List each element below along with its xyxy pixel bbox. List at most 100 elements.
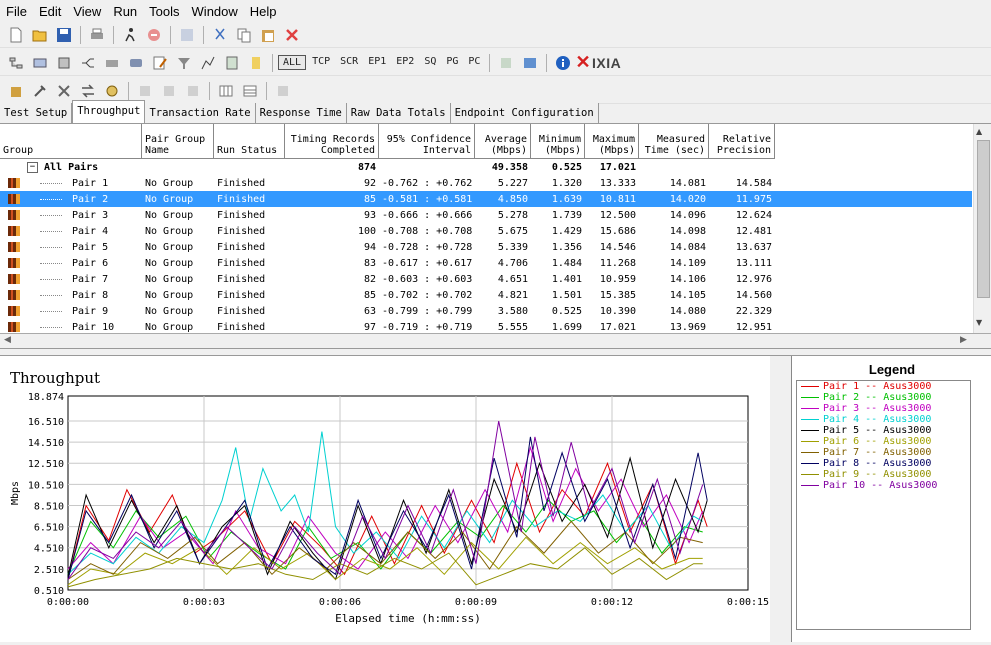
menu-file[interactable]: File (0, 4, 33, 19)
summary-row[interactable]: − All Pairs 874 49.358 0.525 17.021 (0, 159, 639, 175)
scroll-thumb[interactable] (977, 140, 990, 298)
info-icon[interactable] (246, 53, 266, 73)
legend-item[interactable]: Pair 7 -- Asus3000 (797, 447, 970, 458)
protocol-tcp-button[interactable]: TCP (308, 55, 334, 70)
legend-item[interactable]: Pair 9 -- Asus3000 (797, 469, 970, 480)
swap-icon[interactable] (78, 81, 98, 101)
toolbar-protocols: ALL TCP SCR EP1 EP2 SQ PG PC ✕ IXIA (0, 50, 991, 76)
help-icon[interactable] (553, 53, 573, 73)
paste-icon[interactable] (258, 25, 278, 45)
table-row[interactable]: Pair 2 No Group Finished 85 -0.581 : +0.581 4… (0, 191, 972, 207)
legend-item[interactable]: Pair 4 -- Asus3000 (797, 414, 970, 425)
legend-item[interactable]: Pair 8 -- Asus3000 (797, 458, 970, 469)
vertical-scrollbar[interactable]: ▲ ▼ (973, 124, 991, 333)
endpoint-icon[interactable] (102, 53, 122, 73)
menu-window[interactable]: Window (186, 4, 244, 19)
column-header[interactable]: Run Status (214, 124, 285, 158)
tab-transaction-rate[interactable]: Transaction Rate (145, 103, 256, 123)
column-header[interactable]: Group (0, 124, 142, 158)
column-header[interactable]: Pair Group Name (142, 124, 214, 158)
protocol-pc-button[interactable]: PC (464, 55, 484, 70)
menu-tools[interactable]: Tools (143, 4, 185, 19)
tab-test-setup[interactable]: Test Setup (0, 103, 73, 123)
collapse-icon[interactable]: − (27, 161, 38, 173)
cut-icon[interactable] (210, 25, 230, 45)
tab-endpoint-configuration[interactable]: Endpoint Configuration (450, 103, 599, 123)
table-row[interactable]: Pair 10 No Group Finished 97 -0.719 : +0.719… (0, 319, 775, 333)
export-icon[interactable] (520, 53, 540, 73)
save-icon[interactable] (54, 25, 74, 45)
tools-icon[interactable] (30, 81, 50, 101)
network-tools-icon[interactable] (54, 81, 74, 101)
network-icon[interactable] (126, 53, 146, 73)
chart-icon[interactable] (198, 53, 218, 73)
column-header[interactable]: 95% Confidence Interval (379, 124, 475, 158)
tab-response-time[interactable]: Response Time (255, 103, 347, 123)
report-icon[interactable] (222, 53, 242, 73)
column-header[interactable]: Measured Time (sec) (639, 124, 709, 158)
protocol-ep1-button[interactable]: EP1 (364, 55, 390, 70)
menu-view[interactable]: View (67, 4, 107, 19)
settings-icon[interactable] (102, 81, 122, 101)
table-cell: No Group (145, 289, 194, 301)
columns-icon[interactable] (216, 81, 236, 101)
tab-throughput[interactable]: Throughput (72, 100, 146, 123)
protocol-pg-button[interactable]: PG (442, 55, 462, 70)
tab-raw-data-totals[interactable]: Raw Data Totals (346, 103, 451, 123)
scroll-up-icon[interactable]: ▲ (976, 127, 982, 136)
legend-item[interactable]: Pair 1 -- Asus3000 (797, 381, 970, 392)
legend-item[interactable]: Pair 3 -- Asus3000 (797, 403, 970, 414)
legend-label: Pair 4 -- Asus3000 (823, 414, 932, 425)
column-header[interactable]: Relative Precision (709, 124, 775, 158)
table-row[interactable]: Pair 9 No Group Finished 63 -0.799 : +0.799 3… (0, 303, 775, 319)
table-row[interactable]: Pair 4 No Group Finished 100 -0.708 : +0.708… (0, 223, 775, 239)
scroll-right-icon[interactable]: ▶ (960, 335, 967, 345)
protocol-sq-button[interactable]: SQ (420, 55, 440, 70)
table-cell: 100 (357, 225, 376, 237)
table-cell: No Group (145, 193, 194, 205)
table-row[interactable]: Pair 1 No Group Finished 92 -0.762 : +0.762 5… (0, 175, 775, 191)
table-row[interactable]: Pair 8 No Group Finished 85 -0.702 : +0.702 4… (0, 287, 775, 303)
protocol-scr-button[interactable]: SCR (336, 55, 362, 70)
legend-item[interactable]: Pair 10 -- Asus3000 (797, 480, 970, 491)
pair-wizard-icon[interactable] (6, 81, 26, 101)
run-icon[interactable] (120, 25, 140, 45)
column-header[interactable]: Minimum (Mbps) (531, 124, 585, 158)
multicast-icon[interactable] (54, 53, 74, 73)
column-header[interactable]: Average (Mbps) (475, 124, 531, 158)
pane-splitter[interactable] (0, 348, 991, 356)
edit-script-icon[interactable] (150, 53, 170, 73)
pair-icon[interactable] (6, 53, 26, 73)
table-row[interactable]: Pair 5 No Group Finished 94 -0.728 : +0.728 5… (0, 239, 775, 255)
legend-item[interactable]: Pair 5 -- Asus3000 (797, 425, 970, 436)
copy-icon[interactable] (234, 25, 254, 45)
table-row[interactable]: Pair 7 No Group Finished 82 -0.603 : +0.603 4… (0, 271, 775, 287)
table-cell: 1.739 (551, 209, 582, 221)
add-pair-icon[interactable] (30, 53, 50, 73)
scroll-left-icon[interactable]: ◀ (4, 335, 11, 345)
group-icon[interactable] (78, 53, 98, 73)
column-header[interactable]: Timing Records Completed (285, 124, 379, 158)
rows-icon[interactable] (240, 81, 260, 101)
stop-icon[interactable] (144, 25, 164, 45)
menu-run[interactable]: Run (107, 4, 143, 19)
delete-icon[interactable] (282, 25, 302, 45)
protocol-ep2-button[interactable]: EP2 (392, 55, 418, 70)
pair-type-icon (8, 178, 20, 188)
legend-item[interactable]: Pair 6 -- Asus3000 (797, 436, 970, 447)
table-row[interactable]: Pair 6 No Group Finished 83 -0.617 : +0.617 4… (0, 255, 775, 271)
pair-type-icon (8, 306, 20, 316)
open-folder-icon[interactable] (30, 25, 50, 45)
protocol-all-button[interactable]: ALL (278, 55, 307, 70)
menu-help[interactable]: Help (244, 4, 283, 19)
chart-scrollbar[interactable] (770, 356, 785, 642)
menu-edit[interactable]: Edit (33, 4, 67, 19)
filter-icon[interactable] (174, 53, 194, 73)
horizontal-scrollbar[interactable]: ◀ ▶ (0, 334, 991, 348)
legend-item[interactable]: Pair 2 -- Asus3000 (797, 392, 970, 403)
scroll-down-icon[interactable]: ▼ (976, 318, 982, 327)
table-row[interactable]: Pair 3 No Group Finished 93 -0.666 : +0.666 5… (0, 207, 775, 223)
print-icon[interactable] (87, 25, 107, 45)
new-file-icon[interactable] (6, 25, 26, 45)
column-header[interactable]: Maximum (Mbps) (585, 124, 639, 158)
